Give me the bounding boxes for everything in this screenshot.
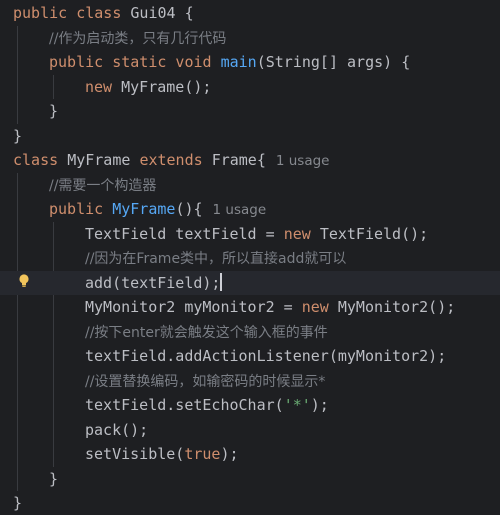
code-token: } (49, 469, 59, 488)
code-line[interactable]: public class Gui04 { (0, 1, 500, 25)
code-token: MyMonitor2(); (337, 298, 456, 316)
code-line[interactable]: //因为在Frame类中，所以直接add就可以 (0, 246, 500, 270)
code-line[interactable]: } (0, 491, 500, 515)
code-line[interactable]: //需要一个构造器 (0, 173, 500, 197)
code-line[interactable]: } (0, 124, 500, 148)
code-line[interactable]: textField.addActionListener(myMonitor2); (0, 344, 500, 368)
usage-hint[interactable]: 1 usage (276, 153, 330, 169)
text-caret (220, 273, 222, 291)
code-token: true (184, 445, 221, 463)
code-line[interactable]: class MyFrame extends Frame{ 1 usage (0, 148, 500, 172)
code-token: Gui04 { (130, 4, 194, 22)
code-token: public class (13, 4, 131, 22)
code-line[interactable]: public MyFrame(){ 1 usage (0, 197, 500, 221)
code-token: MyFrame(); (121, 77, 212, 96)
code-token: } (13, 126, 23, 145)
code-line[interactable]: public static void main(String[] args) { (0, 50, 500, 74)
code-comment: //设置替换编码，如输密码的时候显示* (85, 373, 326, 390)
code-token: extends (139, 151, 212, 169)
code-line[interactable]: setVisible(true); (0, 442, 500, 466)
code-token: textField.setEchoChar( (85, 396, 284, 414)
code-token: ); (220, 445, 239, 463)
code-token: textField.addActionListener(myMonitor2); (85, 347, 447, 365)
code-line[interactable]: TextField textField = new TextField(); (0, 222, 500, 246)
code-token: new (85, 77, 122, 96)
code-token: setVisible( (85, 445, 185, 463)
code-token: TextField(); (319, 224, 429, 243)
code-editor[interactable]: public class Gui04 { //作为启动类，只有几行代码 public… (0, 0, 500, 515)
code-line[interactable]: //按下enter就会触发这个输入框的事件 (0, 320, 500, 344)
code-line[interactable]: //设置替换编码，如输密码的时候显示* (0, 369, 500, 393)
code-token: MyFrame (112, 200, 176, 218)
code-comment: //作为启动类，只有几行代码 (49, 30, 227, 47)
code-comment: //按下enter就会触发这个输入框的事件 (85, 324, 328, 341)
code-token: } (49, 102, 59, 120)
code-token: (String[] args) { (256, 53, 411, 71)
code-token: '*' (283, 396, 311, 414)
code-token: Frame{ (211, 151, 266, 169)
code-line[interactable]: //作为启动类，只有几行代码 (0, 26, 500, 50)
code-comment: //因为在Frame类中，所以直接add就可以 (85, 251, 347, 267)
code-token: new (283, 224, 320, 243)
code-token: class (13, 151, 68, 169)
code-token: MyMonitor2 myMonitor2 = (85, 298, 302, 316)
code-line[interactable]: } (0, 467, 500, 491)
code-line[interactable]: new MyFrame(); (0, 75, 500, 99)
code-line[interactable]: pack(); (0, 418, 500, 442)
code-line[interactable]: add(textField); (0, 270, 500, 295)
code-comment: //需要一个构造器 (49, 177, 157, 194)
code-token: public static void (49, 53, 221, 71)
code-token: TextField textField = (85, 224, 284, 243)
code-token: ); (310, 396, 329, 414)
code-token: (){ (175, 200, 203, 218)
code-token: pack(); (85, 420, 149, 439)
usage-hint[interactable]: 1 usage (213, 202, 267, 218)
code-token: public (49, 200, 113, 218)
code-line[interactable]: } (0, 99, 500, 123)
code-token: new (301, 298, 338, 316)
code-token: main (220, 53, 257, 71)
lightbulb-icon[interactable] (17, 273, 31, 289)
code-token: MyFrame (67, 151, 140, 169)
code-line[interactable]: MyMonitor2 myMonitor2 = new MyMonitor2()… (0, 295, 500, 319)
code-line[interactable]: textField.setEchoChar('*'); (0, 393, 500, 417)
code-token: add(textField); (85, 273, 221, 292)
code-token: } (13, 494, 23, 512)
